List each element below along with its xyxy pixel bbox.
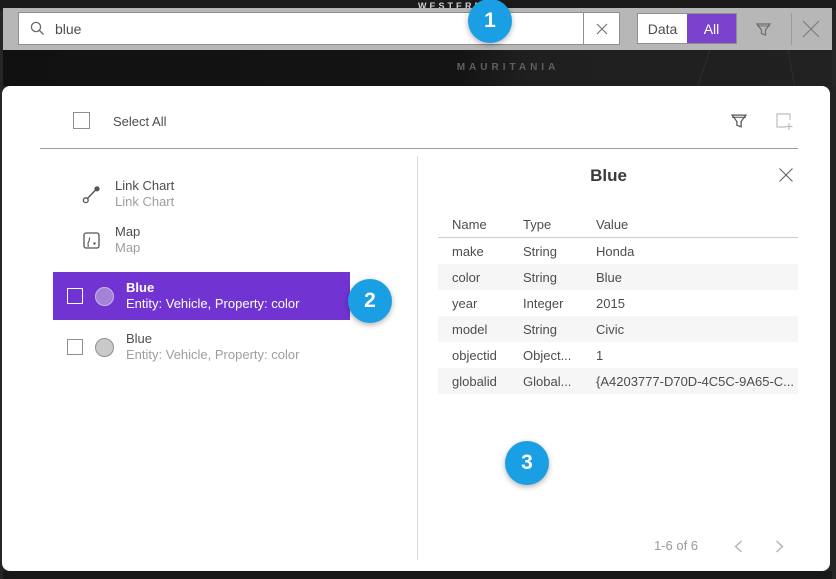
list-item-title: Blue bbox=[126, 331, 299, 347]
cell-name: color bbox=[438, 270, 509, 285]
column-header-type: Type bbox=[509, 217, 582, 232]
table-row: objectid Object... 1 bbox=[438, 342, 798, 368]
map-background-strip: MAURITANIA bbox=[3, 50, 832, 86]
callout-badge-3: 3 bbox=[505, 441, 549, 485]
map-background-edge bbox=[830, 86, 836, 575]
cell-type: Integer bbox=[509, 296, 582, 311]
list-item-title: Link Chart bbox=[115, 178, 174, 194]
toolbar-divider bbox=[791, 13, 792, 45]
cell-value: Civic bbox=[582, 322, 798, 337]
cell-type: Object... bbox=[509, 348, 582, 363]
row-checkbox[interactable] bbox=[67, 288, 83, 304]
cell-type: String bbox=[509, 270, 582, 285]
callout-badge-1: 1 bbox=[468, 0, 512, 43]
filter-icon[interactable] bbox=[751, 17, 775, 41]
select-all-label: Select All bbox=[113, 114, 166, 129]
cell-type: String bbox=[509, 244, 582, 259]
map-icon bbox=[82, 231, 101, 250]
select-all-checkbox[interactable] bbox=[73, 112, 90, 129]
pagination-range-label: 1-6 of 6 bbox=[616, 538, 736, 553]
table-row: globalid Global... {A4203777-D70D-4C5C-9… bbox=[438, 368, 798, 394]
cell-value: {A4203777-D70D-4C5C-9A65-C... bbox=[582, 374, 798, 389]
search-clear-button[interactable] bbox=[583, 13, 619, 44]
cell-name: make bbox=[438, 244, 509, 259]
list-item-blue[interactable]: Blue Entity: Vehicle, Property: color bbox=[53, 326, 350, 368]
list-item-subtitle: Link Chart bbox=[115, 194, 174, 210]
cell-type: Global... bbox=[509, 374, 582, 389]
cell-value: 1 bbox=[582, 348, 798, 363]
list-item-subtitle: Entity: Vehicle, Property: color bbox=[126, 347, 299, 363]
row-checkbox[interactable] bbox=[67, 339, 83, 355]
search-results-panel: Select All Link Chart Link Chart Map Map… bbox=[2, 86, 830, 571]
list-item-title: Map bbox=[115, 224, 140, 240]
table-row: year Integer 2015 bbox=[438, 290, 798, 316]
column-header-value: Value bbox=[582, 217, 798, 232]
chevron-right-icon[interactable] bbox=[771, 538, 787, 554]
scope-toggle: Data All bbox=[637, 13, 737, 44]
map-label-mauritania: MAURITANIA bbox=[443, 62, 573, 73]
list-item-subtitle: Entity: Vehicle, Property: color bbox=[126, 296, 299, 312]
table-header-row: Name Type Value bbox=[438, 212, 798, 238]
detail-title: Blue bbox=[417, 166, 800, 186]
scope-toggle-all[interactable]: All bbox=[687, 14, 736, 43]
chevron-left-icon[interactable] bbox=[730, 538, 746, 554]
cell-name: globalid bbox=[438, 374, 509, 389]
detail-close-icon[interactable] bbox=[776, 165, 796, 185]
cell-value: 2015 bbox=[582, 296, 798, 311]
entity-circle-icon bbox=[95, 338, 114, 357]
search-input[interactable]: blue bbox=[18, 12, 620, 45]
column-header-name: Name bbox=[438, 217, 509, 232]
table-row: model String Civic bbox=[438, 316, 798, 342]
cell-name: objectid bbox=[438, 348, 509, 363]
list-item-link-chart[interactable]: Link Chart Link Chart bbox=[82, 178, 174, 210]
list-item-subtitle: Map bbox=[115, 240, 140, 256]
results-filter-icon[interactable] bbox=[728, 110, 750, 132]
search-toolbar: blue Data All bbox=[3, 8, 832, 50]
panel-divider-horizontal bbox=[40, 148, 798, 149]
cell-value: Honda bbox=[582, 244, 798, 259]
cell-name: model bbox=[438, 322, 509, 337]
table-row: color String Blue bbox=[438, 264, 798, 290]
map-boundary-line bbox=[696, 50, 711, 86]
entity-circle-icon bbox=[95, 287, 114, 306]
cell-name: year bbox=[438, 296, 509, 311]
map-background-bottom bbox=[3, 571, 832, 579]
callout-badge-2: 2 bbox=[348, 279, 392, 323]
scope-toggle-data[interactable]: Data bbox=[638, 14, 687, 43]
add-to-selection-icon[interactable] bbox=[773, 110, 795, 132]
cell-value: Blue bbox=[582, 270, 798, 285]
table-row: make String Honda bbox=[438, 238, 798, 264]
list-item-map[interactable]: Map Map bbox=[82, 224, 140, 256]
close-search-icon[interactable] bbox=[798, 16, 824, 42]
link-chart-icon bbox=[82, 185, 101, 204]
search-icon bbox=[19, 13, 55, 44]
panel-divider-vertical bbox=[417, 156, 418, 560]
cell-type: String bbox=[509, 322, 582, 337]
properties-table: Name Type Value make String Honda color … bbox=[438, 212, 798, 394]
list-item-blue-selected[interactable]: Blue Entity: Vehicle, Property: color bbox=[53, 272, 350, 320]
map-boundary-line bbox=[787, 50, 796, 86]
list-item-title: Blue bbox=[126, 280, 299, 296]
